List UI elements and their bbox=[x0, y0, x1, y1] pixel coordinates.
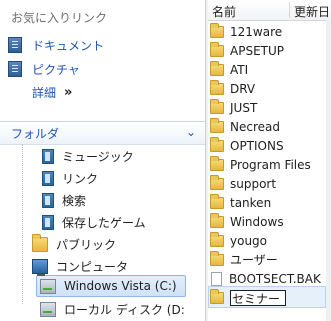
computer-icon bbox=[32, 258, 48, 276]
tree-item-label: ローカル ディスク (D: bbox=[64, 302, 185, 317]
folder-icon bbox=[210, 117, 224, 133]
file-row-necread[interactable]: Necread bbox=[210, 117, 280, 136]
file-icon bbox=[211, 271, 222, 286]
column-header-modified[interactable]: 更新日 bbox=[294, 3, 330, 20]
favorite-links-header: お気に入りリンク bbox=[11, 11, 108, 25]
file-name: JUST bbox=[230, 100, 258, 115]
vertical-scrollbar[interactable] bbox=[326, 20, 331, 321]
folder-icon bbox=[210, 79, 224, 95]
file-name: Necread bbox=[230, 119, 280, 134]
tree-item-computer[interactable]: コンピュータ bbox=[32, 256, 128, 276]
tree-item-label: Windows Vista (C:) bbox=[64, 279, 177, 293]
folder-icon bbox=[210, 212, 224, 228]
favorite-link-label: ドキュメント bbox=[32, 38, 105, 53]
drive-icon bbox=[40, 278, 56, 294]
folder-icon bbox=[210, 98, 224, 114]
tree-item-label: ミュージック bbox=[62, 149, 134, 164]
tree-item-label: パブリック bbox=[56, 237, 117, 252]
file-name: Windows bbox=[230, 214, 284, 229]
file-row-windows[interactable]: Windows bbox=[210, 212, 284, 231]
drive-icon bbox=[40, 301, 56, 317]
folder-icon bbox=[210, 22, 224, 38]
links-icon bbox=[42, 170, 54, 186]
file-name: ユーザー bbox=[230, 253, 278, 267]
tree-item-saved-games[interactable]: 保存したゲーム bbox=[42, 212, 146, 232]
file-name: Program Files bbox=[230, 157, 311, 172]
new-folder-row[interactable]: セミナー bbox=[210, 288, 286, 307]
file-name: DRV bbox=[230, 81, 256, 96]
tree-item-drive-c[interactable]: Windows Vista (C:) bbox=[40, 276, 177, 296]
file-name: BOOTSECT.BAK bbox=[229, 271, 321, 286]
tree-item-label: コンピュータ bbox=[56, 259, 129, 274]
file-row-drv[interactable]: DRV bbox=[210, 79, 255, 98]
document-icon bbox=[8, 37, 22, 53]
favorite-link-pictures[interactable]: ピクチャ bbox=[8, 59, 80, 79]
folder-icon bbox=[210, 231, 224, 247]
file-name: support bbox=[230, 176, 277, 191]
folder-icon bbox=[210, 155, 224, 171]
tree-guide-line bbox=[22, 144, 23, 304]
file-row-apsetup[interactable]: APSETUP bbox=[210, 41, 284, 60]
tree-item-music[interactable]: ミュージック bbox=[42, 146, 134, 166]
picture-icon bbox=[8, 61, 22, 77]
folder-icon bbox=[210, 250, 224, 266]
file-row-program-files[interactable]: Program Files bbox=[210, 155, 311, 174]
more-label: 詳細 bbox=[32, 86, 57, 100]
file-row-users[interactable]: ユーザー bbox=[210, 250, 278, 269]
folders-label: フォルダ bbox=[11, 127, 60, 141]
file-name: OPTIONS bbox=[230, 138, 284, 153]
file-row-tanken[interactable]: tanken bbox=[210, 193, 271, 212]
folder-icon bbox=[210, 193, 224, 209]
double-chevron-right-icon: » bbox=[64, 85, 73, 100]
saved-games-icon bbox=[42, 214, 54, 230]
favorite-link-documents[interactable]: ドキュメント bbox=[8, 35, 104, 55]
music-library-icon bbox=[42, 148, 54, 164]
folder-icon bbox=[210, 136, 224, 152]
column-divider[interactable] bbox=[289, 2, 290, 18]
file-row-support[interactable]: support bbox=[210, 174, 276, 193]
file-row-ati[interactable]: ATI bbox=[210, 60, 248, 79]
tree-item-public[interactable]: パブリック bbox=[32, 233, 117, 254]
folder-icon bbox=[210, 288, 224, 304]
column-header-name[interactable]: 名前 bbox=[212, 3, 236, 20]
file-name: APSETUP bbox=[230, 43, 284, 58]
tree-item-label: 検索 bbox=[62, 193, 87, 208]
folders-bar[interactable]: フォルダ ⌄ bbox=[0, 121, 205, 145]
tree-item-label: リンク bbox=[62, 171, 99, 186]
folder-icon bbox=[210, 174, 224, 190]
tree-item-links[interactable]: リンク bbox=[42, 168, 98, 188]
file-list: 名前 更新日 121ware APSETUP ATI DRV JUST Necr… bbox=[208, 0, 331, 321]
search-library-icon bbox=[42, 192, 54, 208]
file-name: 121ware bbox=[230, 24, 283, 39]
file-name: yougo bbox=[230, 233, 268, 248]
tree-item-drive-d[interactable]: ローカル ディスク (D: bbox=[40, 299, 185, 319]
folder-tree: ミュージック リンク 検索 保存したゲーム パブリック コンピュータ Windo… bbox=[0, 144, 190, 321]
file-name: tanken bbox=[230, 195, 272, 210]
favorite-links-more[interactable]: 詳細 » bbox=[32, 84, 73, 101]
folder-icon bbox=[210, 60, 224, 76]
file-row-yougo[interactable]: yougo bbox=[210, 231, 267, 250]
tree-item-search[interactable]: 検索 bbox=[42, 190, 86, 210]
file-row-just[interactable]: JUST bbox=[210, 98, 257, 117]
file-row-121ware[interactable]: 121ware bbox=[210, 22, 282, 41]
rename-input[interactable]: セミナー bbox=[230, 289, 286, 306]
column-header-row: 名前 更新日 bbox=[208, 0, 331, 21]
navigation-pane: お気に入りリンク ドキュメント ピクチャ 詳細 » フォルダ ⌄ ミュージック … bbox=[0, 0, 205, 321]
favorite-link-label: ピクチャ bbox=[32, 62, 80, 77]
chevron-down-icon: ⌄ bbox=[185, 125, 196, 139]
file-row-options[interactable]: OPTIONS bbox=[210, 136, 284, 155]
folder-icon bbox=[32, 233, 48, 252]
file-name: ATI bbox=[230, 62, 249, 77]
folder-icon bbox=[210, 41, 224, 57]
tree-item-label: 保存したゲーム bbox=[62, 215, 146, 230]
